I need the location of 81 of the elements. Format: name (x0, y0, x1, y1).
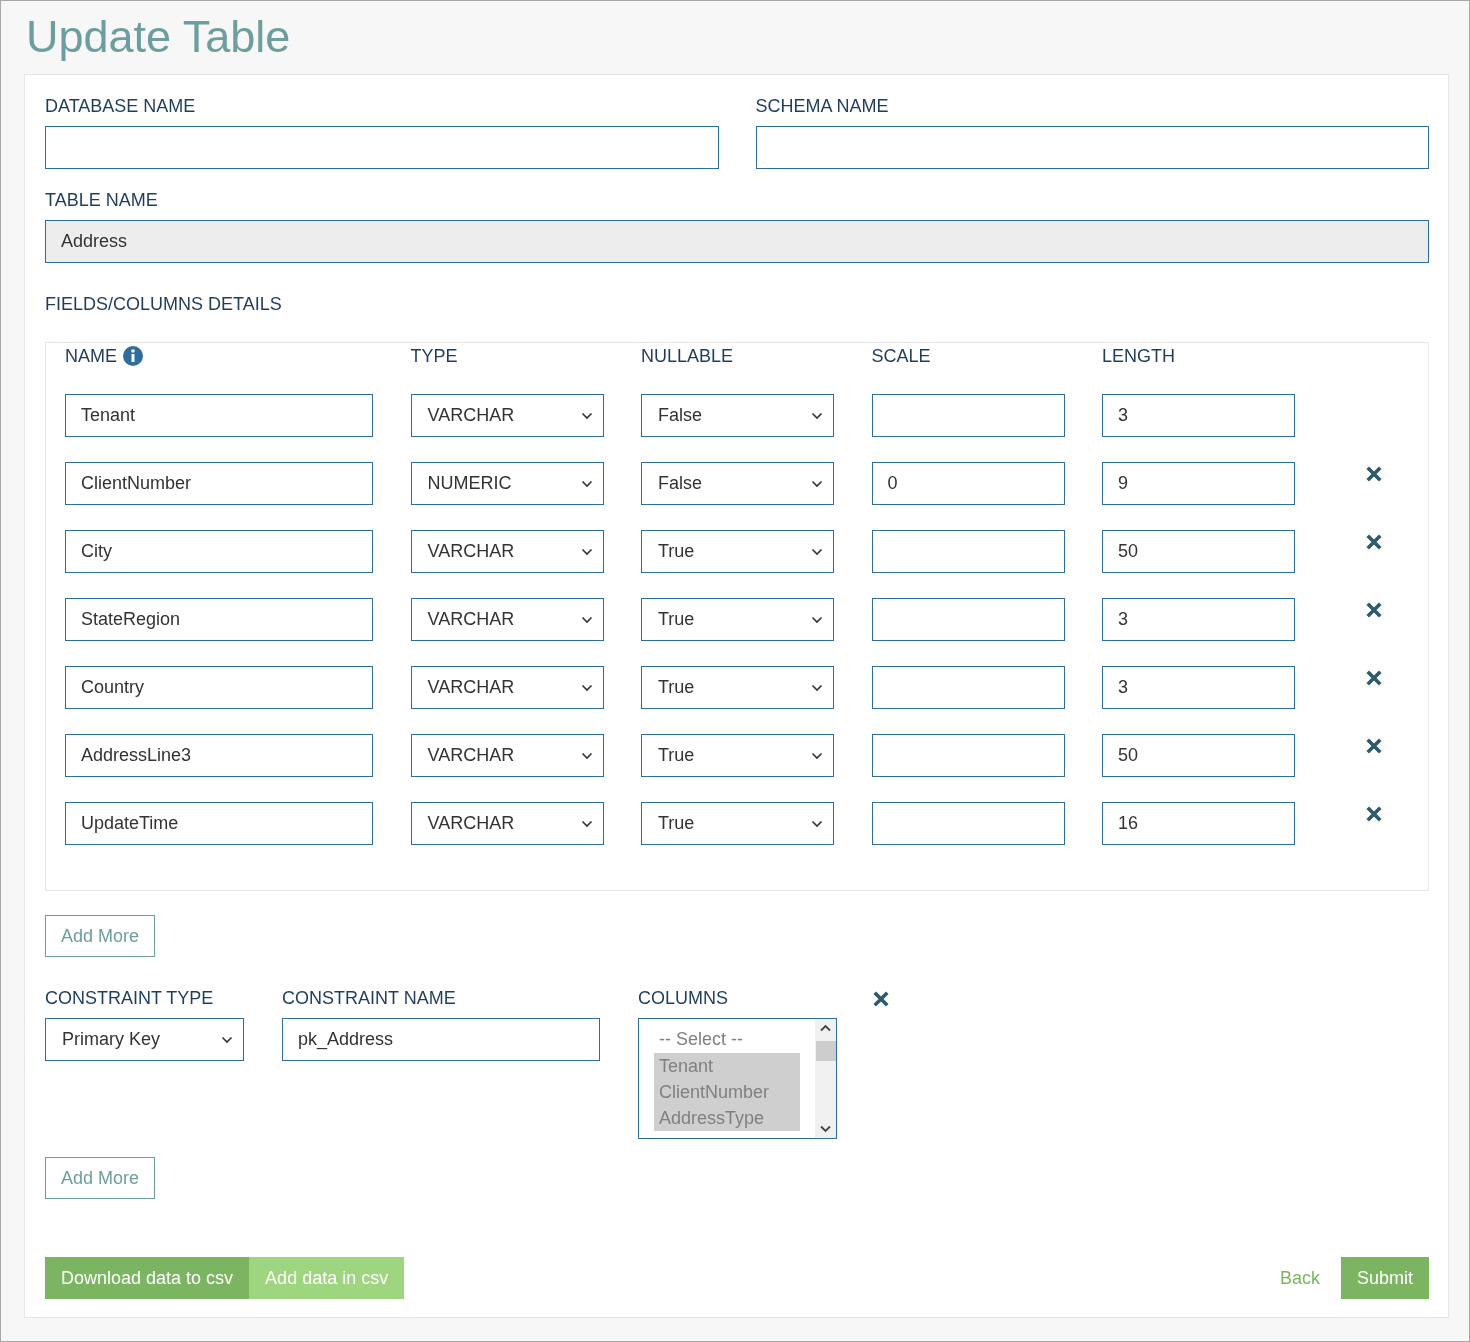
scale-input[interactable] (871, 598, 1065, 641)
length-input[interactable]: 3 (1102, 598, 1295, 641)
scroll-down-icon[interactable] (820, 1125, 831, 1133)
field-label: TABLE NAME (45, 189, 159, 211)
chevron-down-icon (580, 683, 593, 692)
scale-input[interactable] (871, 530, 1065, 573)
type-select[interactable]: VARCHAR (410, 394, 604, 437)
delete-icon[interactable] (1365, 466, 1382, 482)
scale-input[interactable] (871, 394, 1065, 437)
chevron-down-icon (811, 411, 823, 420)
column-header: TYPE (410, 345, 458, 367)
delete-icon[interactable] (1365, 670, 1382, 686)
field-label: COLUMNS (638, 987, 729, 1009)
column-header: LENGTH (1102, 345, 1175, 367)
type-select[interactable]: VARCHAR (410, 598, 604, 641)
columns-listbox[interactable]: -- Select -- Tenant ClientNumber AddressType (638, 1018, 837, 1139)
length-input[interactable]: 9 (1102, 462, 1295, 505)
chevron-down-icon (580, 411, 593, 420)
delete-icon[interactable] (1365, 738, 1382, 754)
name-input[interactable]: Country (65, 666, 373, 709)
name-input[interactable]: UpdateTime (65, 802, 373, 845)
chevron-down-icon (811, 547, 823, 556)
scale-input[interactable] (871, 734, 1065, 777)
chevron-down-icon (811, 615, 823, 624)
chevron-down-icon (811, 819, 823, 828)
column-header: SCALE (871, 345, 931, 367)
nullable-select[interactable]: True (641, 734, 834, 777)
nullable-select[interactable]: True (641, 598, 834, 641)
nullable-select[interactable]: True (641, 802, 834, 845)
length-input[interactable]: 3 (1102, 666, 1295, 709)
chevron-down-icon (811, 479, 823, 488)
constraint-name-input[interactable]: pk_Address (282, 1018, 600, 1061)
section-heading: FIELDS/COLUMNS DETAILS (45, 293, 283, 315)
delete-icon[interactable] (1365, 602, 1382, 618)
chevron-down-icon (580, 547, 593, 556)
nullable-select[interactable]: False (641, 394, 834, 437)
constraint-type-select[interactable]: Primary Key (45, 1018, 244, 1061)
field-label: SCHEMA NAME (755, 95, 890, 117)
list-option[interactable]: -- Select -- (654, 1028, 800, 1050)
nullable-select[interactable]: True (641, 530, 834, 573)
chevron-down-icon (811, 751, 823, 760)
chevron-down-icon (580, 751, 593, 760)
name-input[interactable]: StateRegion (65, 598, 373, 641)
scrollbar[interactable] (815, 1019, 836, 1138)
field-label: DATABASE NAME (45, 95, 197, 117)
chevron-down-icon (580, 615, 593, 624)
chevron-down-icon (811, 683, 823, 692)
name-input[interactable]: ClientNumber (65, 462, 373, 505)
name-input[interactable]: Tenant (65, 394, 373, 437)
chevron-down-icon (580, 479, 593, 488)
schema-name-input[interactable] (755, 126, 1429, 169)
delete-icon[interactable] (1365, 806, 1382, 822)
scroll-up-icon[interactable] (820, 1024, 831, 1032)
length-input[interactable]: 50 (1102, 734, 1295, 777)
nullable-select[interactable]: False (641, 462, 834, 505)
column-header: NAME (65, 345, 117, 367)
delete-icon[interactable] (1365, 534, 1382, 550)
info-icon[interactable] (123, 346, 143, 366)
chevron-down-icon (221, 1035, 233, 1044)
scale-input[interactable] (871, 802, 1065, 845)
page-title: Update Table (25, 10, 292, 64)
scale-input[interactable] (871, 666, 1065, 709)
field-label: CONSTRAINT TYPE (45, 987, 215, 1009)
length-input[interactable]: 3 (1102, 394, 1295, 437)
delete-icon[interactable] (873, 991, 889, 1007)
type-select[interactable]: VARCHAR (410, 802, 604, 845)
length-input[interactable]: 16 (1102, 802, 1295, 845)
chevron-down-icon (580, 819, 593, 828)
type-select[interactable]: VARCHAR (410, 666, 604, 709)
length-input[interactable]: 50 (1102, 530, 1295, 573)
type-select[interactable]: VARCHAR (410, 530, 604, 573)
type-select[interactable]: VARCHAR (410, 734, 604, 777)
database-name-input[interactable] (45, 126, 719, 169)
nullable-select[interactable]: True (641, 666, 834, 709)
scale-input[interactable]: 0 (871, 462, 1065, 505)
scrollbar-thumb[interactable] (816, 1041, 836, 1061)
field-label: CONSTRAINT NAME (282, 987, 457, 1009)
type-select[interactable]: NUMERIC (410, 462, 604, 505)
column-header: NULLABLE (641, 345, 734, 367)
name-input[interactable]: AddressLine3 (65, 734, 373, 777)
name-input[interactable]: City (65, 530, 373, 573)
